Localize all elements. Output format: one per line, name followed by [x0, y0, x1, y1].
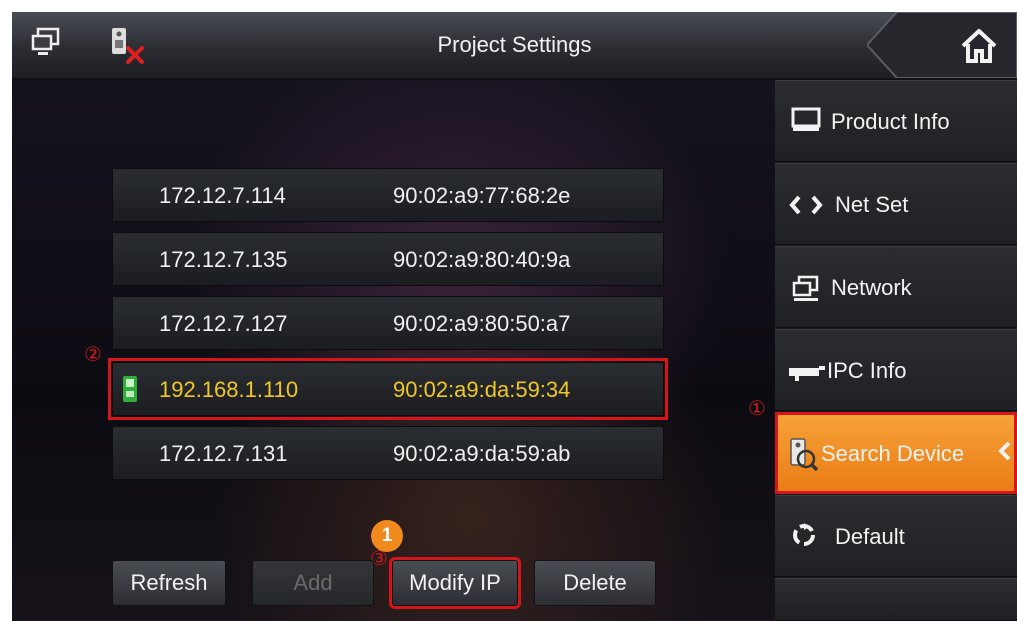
- camera-icon: [789, 362, 829, 388]
- sidebar-item-network[interactable]: Network: [775, 246, 1017, 328]
- chevron-left-icon: [997, 441, 1011, 467]
- device-mac: 90:02:a9:da:59:ab: [393, 441, 571, 466]
- sidebar-item-label: IPC Info: [827, 358, 907, 383]
- add-button[interactable]: Add: [252, 560, 374, 606]
- sidebar-item-search-device[interactable]: Search Device: [775, 412, 1017, 494]
- device-mac: 90:02:a9:80:50:a7: [393, 311, 571, 336]
- device-row-selected[interactable]: 192.168.1.110 90:02:a9:da:59:34: [108, 358, 668, 420]
- sidebar-item-product-info[interactable]: Product Info: [775, 80, 1017, 162]
- delete-button[interactable]: Delete: [534, 560, 656, 606]
- device-row[interactable]: 172.12.7.135 90:02:a9:80:40:9a: [112, 232, 664, 286]
- device-row[interactable]: 172.12.7.114 90:02:a9:77:68:2e: [112, 168, 664, 222]
- device-ip: 172.12.7.131: [159, 441, 288, 466]
- settings-sidebar: Product Info Net Set Network IPC Info Se…: [775, 80, 1017, 621]
- sidebar-item-default[interactable]: Default: [775, 495, 1017, 577]
- sidebar-item-empty: [775, 578, 1017, 621]
- device-list-panel: 172.12.7.114 90:02:a9:77:68:2e 172.12.7.…: [12, 80, 775, 621]
- home-tab: [867, 12, 1017, 78]
- device-mac: 90:02:a9:80:40:9a: [393, 247, 571, 272]
- code-arrows-icon: [789, 194, 823, 222]
- home-icon[interactable]: [959, 26, 999, 71]
- sidebar-item-label: Net Set: [835, 192, 909, 217]
- device-mac: 90:02:a9:da:59:34: [393, 377, 571, 402]
- network-icon: [791, 275, 821, 309]
- monitor-icon: [791, 107, 821, 139]
- sidebar-item-label: Search Device: [821, 441, 965, 466]
- device-ip: 172.12.7.114: [159, 183, 286, 208]
- device-ip: 192.168.1.110: [159, 377, 299, 402]
- door-station-icon: [123, 376, 137, 408]
- device-ip: 172.12.7.127: [159, 311, 288, 336]
- sidebar-item-ipc-info[interactable]: IPC Info: [775, 329, 1017, 411]
- device-ip: 172.12.7.135: [159, 247, 288, 272]
- device-row[interactable]: 172.12.7.131 90:02:a9:da:59:ab: [112, 426, 664, 480]
- step-marker-1: ①: [748, 396, 766, 420]
- sidebar-item-net-set[interactable]: Net Set: [775, 163, 1017, 245]
- refresh-button[interactable]: Refresh: [112, 560, 226, 606]
- device-mac: 90:02:a9:77:68:2e: [393, 183, 571, 208]
- step-marker-2: ②: [84, 342, 102, 366]
- modify-ip-button[interactable]: Modify IP: [389, 557, 521, 609]
- device-screen: Project Settings 172.12.7.114 90:02:a9:7…: [12, 12, 1017, 621]
- search-device-icon: [789, 437, 819, 477]
- sidebar-item-label: Network: [831, 275, 912, 300]
- device-row[interactable]: 172.12.7.127 90:02:a9:80:50:a7: [112, 296, 664, 350]
- notification-badge: 1: [371, 520, 403, 552]
- sidebar-item-label: Default: [835, 524, 905, 549]
- sidebar-item-label: Product Info: [831, 109, 950, 134]
- top-bar: Project Settings: [12, 12, 1017, 80]
- recycle-icon: [791, 522, 817, 554]
